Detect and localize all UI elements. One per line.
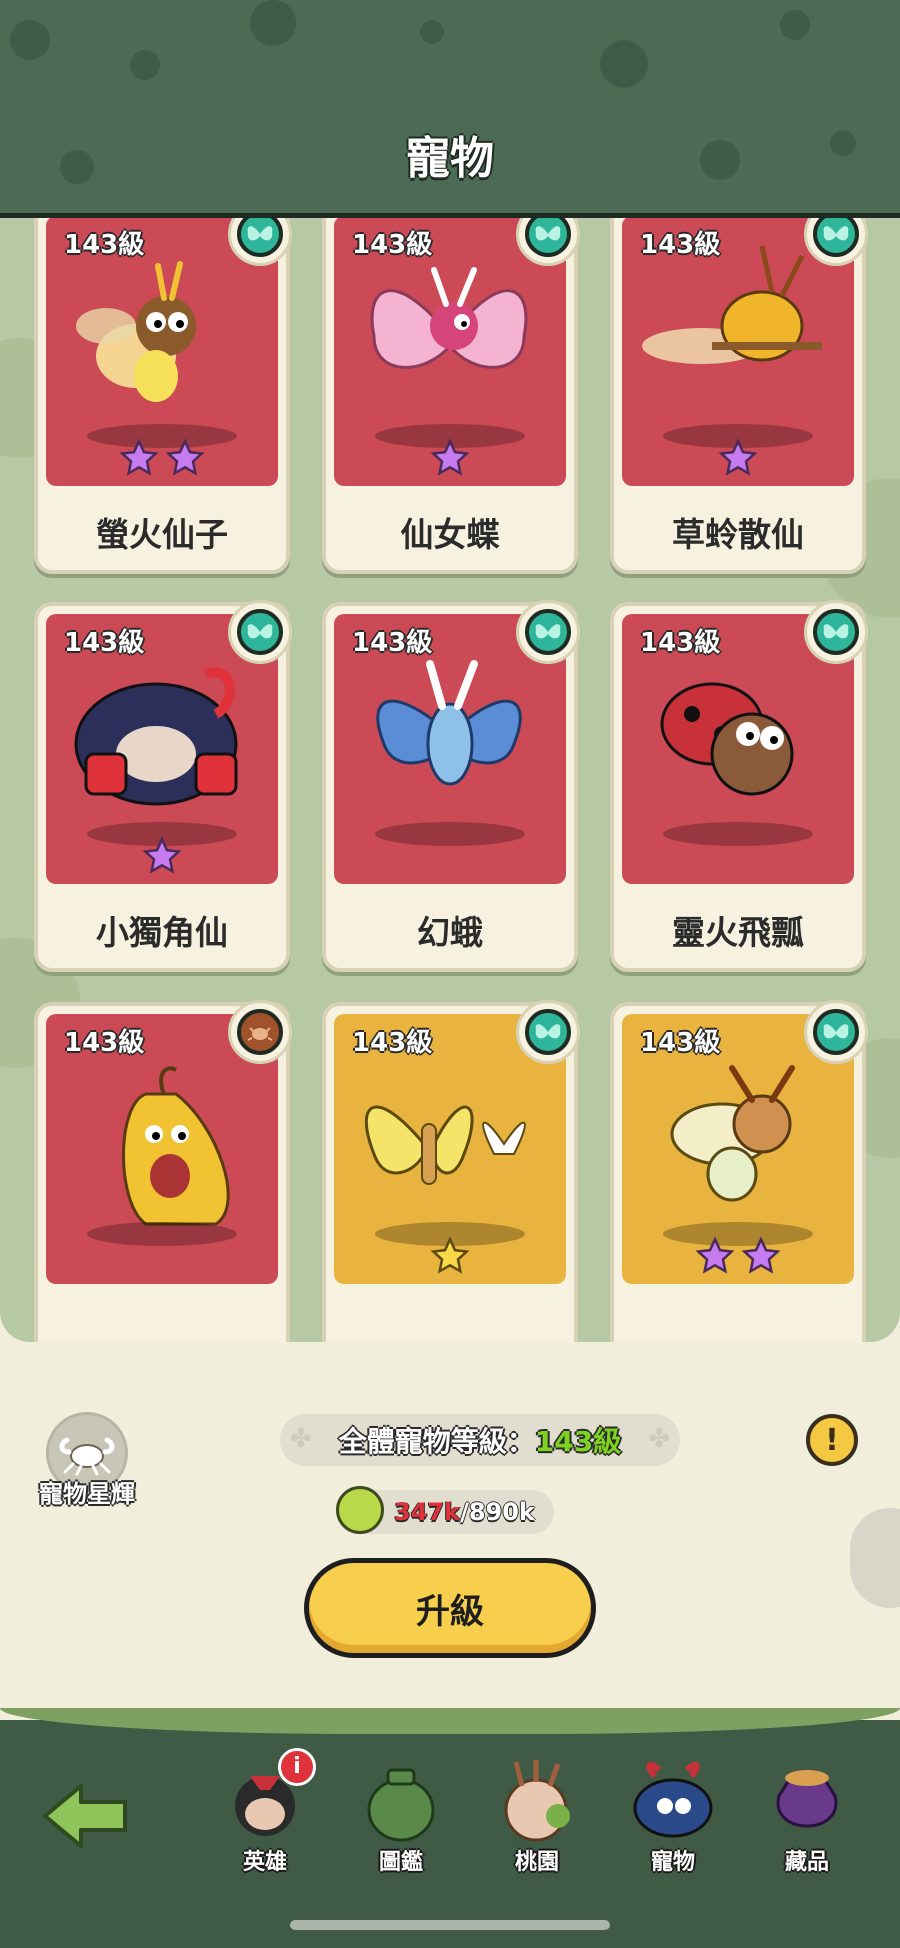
star-icon — [119, 438, 159, 476]
star-rating — [334, 1236, 566, 1276]
pet-name: 幻蛾 — [417, 913, 483, 952]
pet-card-phantom-moth[interactable]: 143級 幻蛾 — [322, 600, 580, 972]
crab-type-icon — [228, 1000, 292, 1064]
golden-butterflies-icon — [364, 1105, 526, 1185]
peach-garden-icon — [504, 1760, 570, 1842]
star-rating — [46, 438, 278, 478]
pet-level: 143級 — [352, 230, 433, 260]
nav-label: 藏品 — [784, 1850, 829, 1875]
pet-level: 143級 — [640, 1028, 721, 1058]
star-rating — [622, 1236, 854, 1276]
pet-card-cicada[interactable]: 143級 — [610, 1000, 868, 1342]
codex-jar-icon — [367, 1768, 435, 1842]
butterfly-type-icon — [516, 600, 580, 664]
pet-card-little-rhino-beetle[interactable]: 143級 小獨角仙 — [34, 600, 292, 972]
star-rating — [622, 438, 854, 478]
fruit-slice-icon — [336, 1486, 384, 1534]
upgrade-cost: 347k /890k — [336, 1486, 554, 1534]
pet-level: 143級 — [64, 1028, 145, 1058]
pet-name: 靈火飛瓢 — [672, 913, 804, 952]
pet-card-spirit-fire-ladybug[interactable]: 143級 靈火飛瓢 — [610, 600, 868, 972]
star-icon — [165, 438, 205, 476]
nav-collection[interactable]: 藏品 — [752, 1756, 862, 1886]
pet-name: 草蛉散仙 — [672, 515, 804, 554]
bottom-nav: i 英雄 圖鑑 桃園 寵物 藏品 — [0, 1708, 900, 1948]
back-arrow-icon — [43, 1784, 127, 1848]
star-glow-label: 寵物星輝 — [39, 1480, 135, 1508]
little-rhino-beetle-icon — [74, 667, 238, 806]
phantom-moth-icon — [376, 660, 522, 786]
butterfly-type-icon — [228, 600, 292, 664]
nav-label: 寵物 — [650, 1850, 695, 1875]
butterfly-type-icon — [516, 1000, 580, 1064]
total-level-label: 全體寵物等級： — [338, 1425, 535, 1458]
pet-level: 143級 — [640, 628, 721, 658]
back-button[interactable] — [30, 1756, 140, 1886]
fairy-butterfly-icon — [370, 267, 528, 369]
butterfly-type-icon — [804, 1000, 868, 1064]
star-rating — [334, 438, 566, 478]
pet-card-golden-butterflies[interactable]: 143級 — [322, 1000, 580, 1342]
treasure-bag-icon — [776, 1770, 838, 1828]
nav-label: 桃園 — [514, 1850, 559, 1875]
pet-level: 143級 — [640, 230, 721, 260]
info-button[interactable]: ! — [806, 1414, 858, 1466]
pet-level: 143級 — [352, 1028, 433, 1058]
firefly-fairy-icon — [76, 261, 196, 402]
upgrade-button[interactable]: 升級 — [304, 1558, 596, 1658]
nav-peach-garden[interactable]: 桃園 — [482, 1756, 592, 1886]
star-rating — [46, 836, 278, 876]
nav-pets[interactable]: 寵物 — [618, 1756, 728, 1886]
pet-name: 仙女蝶 — [400, 515, 500, 554]
pet-card-fairy-butterfly[interactable]: 143級 仙女蝶 — [322, 218, 580, 574]
nav-label: 英雄 — [242, 1850, 287, 1875]
cost-max: /890k — [460, 1498, 535, 1526]
star-icon — [430, 1236, 470, 1274]
nav-heroes[interactable]: i 英雄 — [210, 1748, 320, 1886]
pet-card-firefly-fairy[interactable]: 143級 螢火仙子 — [34, 218, 292, 574]
pet-name: 螢火仙子 — [96, 515, 228, 554]
crab-icon — [59, 1437, 115, 1476]
page-title: 寵物 — [406, 133, 494, 184]
cicada-icon — [670, 1065, 795, 1202]
star-icon — [142, 836, 182, 874]
pet-level: 143級 — [64, 230, 145, 260]
nav-label: 圖鑑 — [378, 1850, 423, 1875]
total-level-value: 143級 — [534, 1425, 622, 1458]
clover-icon: ✤ — [648, 1424, 670, 1454]
butterfly-type-icon — [804, 600, 868, 664]
pet-card-larva[interactable]: 143級 — [34, 1000, 292, 1342]
star-icon — [741, 1236, 781, 1274]
star-icon — [718, 438, 758, 476]
lacewing-immortal-icon — [642, 246, 822, 364]
pet-beetle-icon — [633, 1761, 713, 1838]
total-pet-level: ✤ 全體寵物等級： 143級 ✤ — [280, 1414, 680, 1466]
star-icon — [430, 438, 470, 476]
pet-grid[interactable]: 143級 螢火仙子 143級 仙女蝶 143級 草蛉散仙 143級 小獨角仙 1… — [0, 218, 900, 1342]
pet-name: 小獨角仙 — [96, 913, 228, 952]
clover-icon: ✤ — [290, 1424, 312, 1454]
pet-level: 143級 — [64, 628, 145, 658]
home-indicator[interactable] — [290, 1920, 610, 1930]
side-drawer-handle[interactable] — [850, 1508, 900, 1608]
pet-card-lacewing-immortal[interactable]: 143級 草蛉散仙 — [610, 218, 868, 574]
alert-badge: i — [278, 1748, 316, 1786]
pet-level: 143級 — [352, 628, 433, 658]
star-icon — [695, 1236, 735, 1274]
spirit-fire-ladybug-icon — [660, 682, 794, 796]
yellow-larva-icon — [122, 1066, 230, 1226]
nav-codex[interactable]: 圖鑑 — [346, 1756, 456, 1886]
cost-current: 347k — [394, 1498, 461, 1526]
top-header: 寵物 — [0, 0, 900, 218]
